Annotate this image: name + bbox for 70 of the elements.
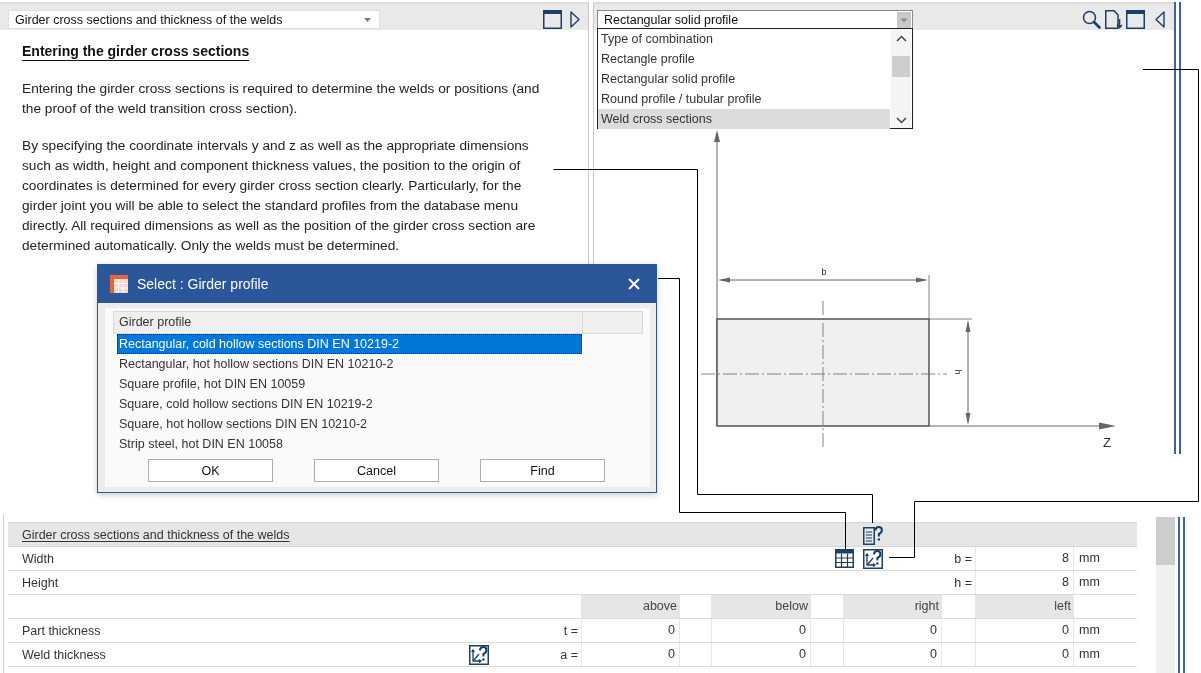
list-row[interactable]: Rectangular, cold hollow sections DIN EN 10219-2: [117, 334, 582, 354]
value-field[interactable]: 0: [581, 643, 680, 666]
unit-label: mm: [1079, 622, 1101, 639]
table-icon[interactable]: [835, 549, 854, 568]
list-row[interactable]: Square profile, hot DIN EN 10059: [117, 374, 582, 394]
value-field[interactable]: 0: [711, 643, 811, 666]
topic-dropdown[interactable]: Girder cross sections and thickness of the welds: [8, 10, 380, 29]
dropdown-option[interactable]: Type of combination: [598, 29, 890, 49]
arrow-right-icon[interactable]: [570, 11, 580, 28]
value-field[interactable]: 0: [843, 643, 942, 666]
column-header: above: [581, 595, 680, 618]
row-label: Weld thickness: [22, 647, 106, 662]
graph-help-icon[interactable]: [863, 548, 883, 569]
dropdown-option[interactable]: Rectangle profile: [598, 49, 890, 69]
dropdown-option[interactable]: Weld cross sections: [598, 109, 890, 129]
arrow-left-icon[interactable]: [1155, 11, 1165, 28]
scrollbar[interactable]: [1156, 517, 1175, 673]
table-icon: [110, 275, 128, 293]
symbol-label: a =: [560, 647, 578, 662]
column-header: left: [975, 595, 1074, 618]
document-help-icon[interactable]: [863, 524, 883, 545]
row-label: Part thickness: [22, 623, 101, 638]
dialog-button[interactable]: OK: [148, 459, 273, 482]
symbol-label: h =: [954, 575, 972, 590]
dropdown-option[interactable]: Round profile / tubular profile: [598, 89, 890, 109]
column-header: Girder profile: [118, 314, 193, 331]
scrollbar-thumb[interactable]: [892, 56, 910, 77]
window-icon[interactable]: [543, 10, 562, 29]
list-row[interactable]: Strip steel, hot DIN EN 10058: [117, 434, 582, 453]
value-field[interactable]: 0: [711, 619, 811, 642]
list-row[interactable]: Rectangular, hot hollow sections DIN EN 10210-2: [117, 354, 582, 374]
caret-icon: [364, 17, 371, 22]
unit-label: mm: [1079, 550, 1101, 567]
value-field[interactable]: 0: [975, 619, 1074, 642]
dialog-button[interactable]: Find: [480, 459, 605, 482]
row-label: Width: [22, 551, 54, 566]
chevron-down-icon[interactable]: [895, 117, 907, 124]
dimension-label: h: [953, 369, 963, 375]
dropdown-option[interactable]: Rectangular solid profile: [598, 69, 890, 89]
column-header: below: [711, 595, 811, 618]
value-field[interactable]: 8: [975, 571, 1074, 594]
unit-label: mm: [1079, 574, 1101, 591]
chevron-up-icon[interactable]: [895, 35, 907, 42]
dialog-button[interactable]: Cancel: [314, 459, 439, 482]
value-field[interactable]: 0: [843, 619, 942, 642]
help-paragraph: By specifying the coordinate intervals y and z as well as the appropriate dimensions such as width, height and component thickness values, the position to the origin of coordinates is determined for every girder cross section clearly. Particularly, for the girder joint you will be able to select the standard profiles from the database menu directly. All required dimensions as well as the position of the girder cross section are determined automatically. Only the welds must be determined.: [22, 137, 537, 255]
scrollbar-thumb[interactable]: [1156, 517, 1175, 565]
window-icon[interactable]: [1126, 10, 1145, 29]
symbol-label: t =: [563, 623, 578, 638]
help-heading: Entering the girder cross sections: [22, 42, 250, 61]
help-paragraph: Entering the girder cross sections is required to determine the welds or positions (and the proof of the weld transition cross section).: [22, 80, 541, 118]
close-button[interactable]: [628, 278, 640, 290]
search-icon[interactable]: [1082, 10, 1101, 29]
dialog-title: Select : Girder profile: [137, 276, 269, 292]
dimension-label: b: [821, 267, 827, 277]
symbol-label: b =: [954, 551, 972, 566]
row-label: Height: [22, 575, 59, 590]
column-header: right: [843, 595, 942, 618]
caret-icon[interactable]: [897, 11, 911, 28]
value-field[interactable]: 0: [975, 643, 1074, 666]
document-arrow-icon[interactable]: [1104, 10, 1123, 29]
value-field[interactable]: 8: [975, 547, 1074, 570]
value-field[interactable]: 0: [581, 619, 680, 642]
section-title[interactable]: Girder cross sections and thickness of the welds: [22, 527, 290, 542]
axis-label: Z: [1103, 435, 1111, 450]
scrollbar[interactable]: [891, 29, 911, 128]
unit-label: mm: [1079, 646, 1101, 663]
graph-help-icon[interactable]: [469, 644, 489, 665]
list-row[interactable]: Square, hot hollow sections DIN EN 10210-2: [117, 414, 582, 434]
list-row[interactable]: Square, cold hollow sections DIN EN 10219-2: [117, 394, 582, 414]
